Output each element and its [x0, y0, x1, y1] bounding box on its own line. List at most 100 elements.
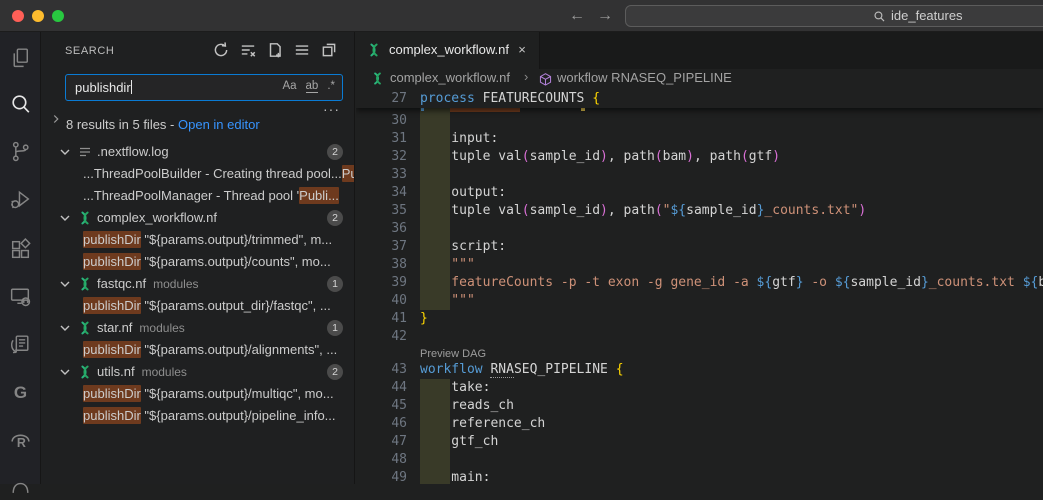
remote-explorer-icon[interactable] [8, 284, 33, 309]
match-text: "${params.output}/alignments", ... [141, 342, 337, 357]
match-count-badge: 2 [327, 364, 343, 380]
code-line[interactable]: 32 tuple val(sample_id), path(bam), path… [356, 148, 1043, 166]
file-name: utils.nfmodules [97, 361, 187, 383]
text-caret [131, 80, 132, 94]
code-line[interactable]: 48 [356, 451, 1043, 469]
tab-complex-workflow[interactable]: complex_workflow.nf × [356, 32, 540, 69]
navigate-back-button[interactable]: ← [566, 5, 588, 27]
chevron-down-icon[interactable] [57, 364, 73, 380]
code-line[interactable]: 49 main: [356, 469, 1043, 484]
code-line[interactable]: 36 [356, 220, 1043, 238]
file-result-row[interactable]: complex_workflow.nf2 [41, 207, 355, 229]
code-line[interactable]: 34 output: [356, 184, 1043, 202]
match-highlight: Publi... [299, 187, 339, 204]
window-maximize-button[interactable] [52, 10, 64, 22]
match-case-icon[interactable]: Aa [282, 80, 296, 92]
command-center-query: ide_features [891, 8, 963, 23]
navigate-forward-button[interactable]: → [594, 5, 616, 27]
search-input[interactable]: publishdir Aa ab .* [65, 74, 343, 101]
match-result-row[interactable]: ...ThreadPoolBuilder - Creating thread p… [41, 163, 355, 185]
tab-close-icon[interactable]: × [513, 41, 531, 59]
codelens-row: Preview DAG [356, 346, 1043, 361]
file-result-row[interactable]: utils.nfmodules 2 [41, 361, 355, 383]
collapse-all-icon[interactable] [320, 41, 338, 59]
code-line[interactable]: 41} [356, 310, 1043, 328]
chevron-down-icon[interactable] [57, 276, 73, 292]
partial-bottom-icon[interactable] [8, 470, 33, 495]
match-text: ...ThreadPoolManager - Thread pool ' [83, 188, 299, 203]
code-line-text: process FEATURECOUNTS { [420, 89, 600, 108]
code-line[interactable]: 46 reference_ch [356, 415, 1043, 433]
code-line[interactable]: 45 reads_ch [356, 397, 1043, 415]
line-number: 39 [356, 274, 407, 292]
match-result-row[interactable]: publishDir "${params.output}/trimmed", m… [41, 229, 355, 251]
code-line-text: """ [420, 292, 475, 310]
match-result-row[interactable]: publishDir "${params.output}/multiqc", m… [41, 383, 355, 405]
match-result-row[interactable]: publishDir "${params.output}/counts", mo… [41, 251, 355, 273]
match-text: "${params.output}/counts", mo... [141, 254, 331, 269]
search-panel-title: SEARCH [65, 45, 114, 57]
editor-group: complex_workflow.nf × complex_workflow.n… [356, 32, 1043, 484]
match-result-row[interactable]: publishDir "${params.output_dir}/fastqc"… [41, 295, 355, 317]
command-center-search[interactable]: ide_features [625, 5, 1043, 27]
code-line[interactable]: 40 """ [356, 292, 1043, 310]
chevron-down-icon[interactable] [57, 210, 73, 226]
refresh-icon[interactable] [212, 41, 230, 59]
nextflow-file-icon [366, 42, 382, 58]
code-line[interactable]: 44 take: [356, 379, 1043, 397]
code-line[interactable]: 33 [356, 166, 1043, 184]
explorer-icon[interactable] [8, 45, 33, 70]
search-icon[interactable] [8, 92, 33, 117]
match-count-badge: 2 [327, 144, 343, 160]
code-line-text: script: [420, 238, 506, 256]
code-line[interactable]: 31 input: [356, 130, 1043, 148]
toggle-replace-chevron-icon[interactable] [49, 112, 63, 131]
match-result-row[interactable]: publishDir "${params.output}/alignments"… [41, 339, 355, 361]
window-close-button[interactable] [12, 10, 24, 22]
code-line[interactable]: 35 tuple val(sample_id), path("${sample_… [356, 202, 1043, 220]
nextflow-file-icon [77, 276, 93, 292]
file-result-row[interactable]: fastqc.nfmodules1 [41, 273, 355, 295]
file-result-row[interactable]: .nextflow.log2 [41, 141, 355, 163]
file-result-row[interactable]: star.nfmodules 1 [41, 317, 355, 339]
document-sync-icon[interactable] [8, 332, 33, 357]
match-highlight: publishDir [83, 297, 141, 314]
line-number: 35 [356, 202, 407, 220]
code-line[interactable]: 47 gtf_ch [356, 433, 1043, 451]
match-count-badge: 1 [327, 320, 343, 336]
chevron-down-icon[interactable] [57, 144, 73, 160]
code-editor[interactable]: 27process FEATURECOUNTS { 3031 input:32 … [356, 89, 1043, 484]
line-number: 32 [356, 148, 407, 166]
open-new-search-editor-icon[interactable] [266, 41, 284, 59]
line-number: 48 [356, 451, 407, 469]
match-result-row[interactable]: publishDir "${params.output}/pipeline_in… [41, 405, 355, 427]
code-line[interactable]: 30 [356, 112, 1043, 130]
regex-icon[interactable]: .* [327, 80, 335, 92]
code-line[interactable]: 37 script: [356, 238, 1043, 256]
code-line-text: input: [420, 130, 498, 148]
preview-dag-codelens[interactable]: Preview DAG [420, 347, 486, 362]
breadcrumb-symbol[interactable]: workflow RNASEQ_PIPELINE [557, 70, 732, 85]
code-line-text: reference_ch [420, 415, 545, 433]
source-control-icon[interactable] [8, 139, 33, 164]
whole-word-icon[interactable]: ab [306, 80, 319, 92]
clear-search-results-icon[interactable] [239, 41, 257, 59]
file-name: star.nfmodules [97, 317, 185, 339]
open-in-editor-link[interactable]: Open in editor [178, 117, 260, 132]
gitlens-icon[interactable]: G [8, 380, 33, 405]
code-line[interactable]: 43workflow RNASEQ_PIPELINE { [356, 361, 1043, 379]
code-line[interactable]: 39 featureCounts -p -t exon -g gene_id -… [356, 274, 1043, 292]
window-minimize-button[interactable] [32, 10, 44, 22]
chevron-down-icon[interactable] [57, 320, 73, 336]
breadcrumb-file[interactable]: complex_workflow.nf [390, 70, 510, 85]
sticky-scroll-line[interactable]: 27process FEATURECOUNTS { [356, 89, 1043, 108]
match-text: "${params.output}/multiqc", mo... [141, 386, 334, 401]
run-debug-icon[interactable] [8, 187, 33, 212]
r-language-icon[interactable]: R [8, 428, 33, 453]
match-result-row[interactable]: ...ThreadPoolManager - Thread pool 'Publ… [41, 185, 355, 207]
code-line[interactable]: 38 """ [356, 256, 1043, 274]
extensions-icon[interactable] [8, 237, 33, 262]
view-as-list-icon[interactable] [293, 41, 311, 59]
toggle-search-details-icon[interactable]: ··· [323, 104, 340, 114]
code-line[interactable]: 42 [356, 328, 1043, 346]
